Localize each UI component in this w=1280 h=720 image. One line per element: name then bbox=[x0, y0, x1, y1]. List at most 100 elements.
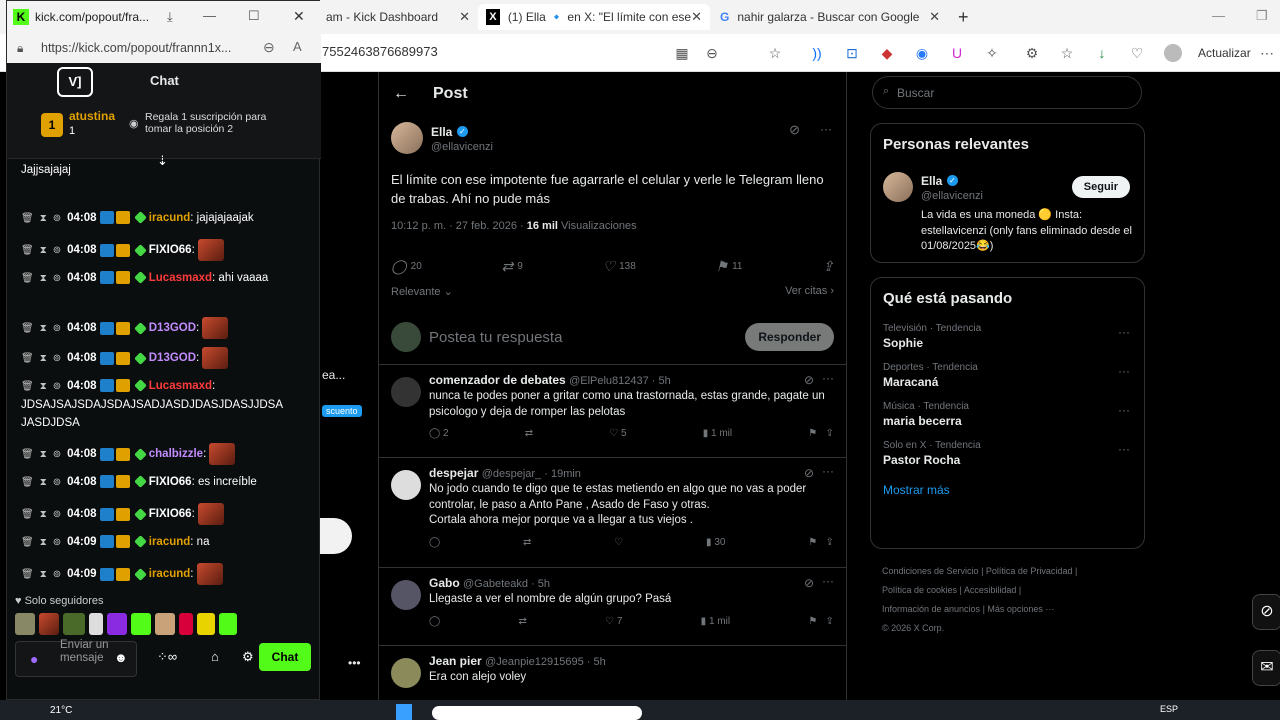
grok-icon[interactable]: ⊘ bbox=[804, 466, 814, 480]
weather-temp[interactable]: 21°C bbox=[50, 705, 72, 716]
emote-icon[interactable] bbox=[219, 613, 237, 635]
footer-link[interactable]: Accesibilidad bbox=[964, 585, 1017, 595]
chat-username[interactable]: Lucasmaxd bbox=[149, 272, 212, 284]
timeout-icon[interactable]: ⧗ bbox=[40, 477, 47, 488]
split-screen-icon[interactable]: ⚙ bbox=[1023, 44, 1041, 62]
ban-icon[interactable]: ⊚ bbox=[53, 569, 61, 580]
more-options-icon[interactable]: ··· bbox=[1118, 325, 1130, 339]
chat-username[interactable]: FIXIO66 bbox=[149, 244, 192, 256]
comment-icon[interactable]: ◯ bbox=[429, 616, 440, 627]
screenshot-icon[interactable]: ⊡ bbox=[843, 44, 861, 62]
reply-input[interactable]: Postea tu respuesta bbox=[429, 329, 745, 346]
heart-icon[interactable]: ♡ bbox=[1128, 44, 1146, 62]
trend-item[interactable]: Solo en X · Tendencia Pastor Rocha ··· bbox=[871, 434, 1144, 473]
restore-icon[interactable]: ❐ bbox=[1256, 8, 1268, 24]
bookmark-icon[interactable]: ⚑ ⇪ bbox=[808, 537, 834, 548]
puzzle-icon[interactable]: ✧ bbox=[983, 44, 1001, 62]
emote-icon[interactable] bbox=[89, 613, 103, 635]
heart-icon[interactable]: ♡ bbox=[614, 537, 623, 548]
top-gifter-name[interactable]: atustina bbox=[69, 109, 115, 123]
maximize-icon[interactable]: ☐ bbox=[248, 8, 260, 24]
extension-icon[interactable]: ◉ bbox=[913, 44, 931, 62]
more-icon[interactable]: ••• bbox=[348, 656, 361, 670]
footer-link[interactable]: Información de anuncios bbox=[882, 604, 980, 614]
back-arrow-icon[interactable]: ← bbox=[393, 85, 409, 103]
chat-username[interactable]: iracund bbox=[149, 568, 191, 580]
grok-icon[interactable]: ⊘ bbox=[804, 576, 814, 590]
emote-icon[interactable] bbox=[15, 613, 35, 635]
share-action[interactable]: ⇪ bbox=[822, 258, 834, 275]
follow-button[interactable]: Seguir bbox=[1071, 176, 1130, 198]
bookmark-action[interactable]: ⚑ 11 bbox=[716, 258, 743, 275]
reply-handle[interactable]: @Gabeteakd · 5h bbox=[463, 578, 550, 590]
bookmark-icon[interactable]: ⚑ ⇪ bbox=[808, 428, 834, 439]
chat-username[interactable]: chalbizzle bbox=[149, 448, 203, 460]
delete-icon[interactable]: 🗑︎ bbox=[21, 213, 34, 224]
ban-icon[interactable]: ⊚ bbox=[53, 381, 61, 392]
popout-url[interactable]: https://kick.com/popout/frannn1x... bbox=[41, 41, 231, 55]
chat-username[interactable]: Lucasmaxd bbox=[149, 380, 212, 392]
chat-input[interactable]: ● Enviar un mensaje ☻ bbox=[15, 639, 137, 677]
grok-float-icon[interactable]: ⊘ bbox=[1252, 594, 1280, 630]
timeout-icon[interactable]: ⧗ bbox=[40, 569, 47, 580]
taskbar-search[interactable] bbox=[432, 706, 642, 720]
store-icon[interactable]: ⌂ bbox=[211, 649, 219, 664]
trend-item[interactable]: Televisión · Tendencia Sophie ··· bbox=[871, 317, 1144, 356]
views-icon[interactable]: ▮ 1 mil bbox=[701, 616, 730, 627]
tweet-time[interactable]: 10:12 p. m. · 27 feb. 2026 · bbox=[391, 220, 524, 232]
ban-icon[interactable]: ⊚ bbox=[53, 509, 61, 520]
timeout-icon[interactable]: ⧗ bbox=[40, 449, 47, 460]
send-chat-button[interactable]: Chat bbox=[259, 643, 311, 671]
minimize-icon[interactable]: — bbox=[203, 8, 216, 23]
avatar[interactable] bbox=[391, 658, 421, 688]
ban-icon[interactable]: ⊚ bbox=[53, 477, 61, 488]
delete-icon[interactable]: 🗑︎ bbox=[21, 569, 34, 580]
chat-username[interactable]: FIXIO66 bbox=[149, 476, 192, 488]
repost-icon[interactable]: ⇄ bbox=[523, 537, 531, 548]
chat-username[interactable]: D13GOD bbox=[149, 322, 196, 334]
chat-tools-icon[interactable]: ⁘∞ bbox=[157, 649, 177, 665]
reply-handle[interactable]: @despejar_ · 19min bbox=[482, 468, 581, 480]
like-action[interactable]: ♡ 138 bbox=[603, 258, 636, 275]
ban-icon[interactable]: ⊚ bbox=[53, 537, 61, 548]
zoom-icon[interactable]: ⊖ bbox=[703, 44, 721, 62]
footer-link[interactable]: Más opciones ··· bbox=[987, 604, 1054, 614]
view-quotes-link[interactable]: Ver citas › bbox=[785, 285, 834, 298]
extension-icon[interactable]: U bbox=[948, 44, 966, 62]
comment-icon[interactable]: ◯ 2 bbox=[429, 428, 449, 439]
repost-icon[interactable]: ⇄ bbox=[525, 428, 533, 439]
reply-handle[interactable]: @ElPelu812437 · 5h bbox=[569, 375, 671, 387]
reply-author[interactable]: comenzador de debates bbox=[429, 373, 566, 387]
chat-username[interactable]: D13GOD bbox=[149, 352, 196, 364]
timeout-icon[interactable]: ⧗ bbox=[40, 213, 47, 224]
ban-icon[interactable]: ⊚ bbox=[53, 449, 61, 460]
sort-relevant-dropdown[interactable]: Relevante ⌄ bbox=[391, 285, 453, 298]
person-handle[interactable]: @ellavicenzi bbox=[921, 190, 983, 202]
author-name[interactable]: Ella bbox=[431, 125, 452, 139]
more-options-icon[interactable]: ··· bbox=[822, 574, 834, 588]
favorite-star-icon[interactable]: ☆ bbox=[766, 44, 784, 62]
timeout-icon[interactable]: ⧗ bbox=[40, 509, 47, 520]
reply-handle[interactable]: @Jeanpie12915695 · 5h bbox=[485, 656, 606, 668]
reply-author[interactable]: despejar bbox=[429, 466, 478, 480]
read-aloud-icon[interactable]: )) bbox=[808, 44, 826, 62]
emote-icon[interactable] bbox=[155, 613, 175, 635]
url-text[interactable]: 7552463876689973 bbox=[322, 44, 438, 59]
reply-author[interactable]: Gabo bbox=[429, 576, 460, 590]
avatar[interactable] bbox=[391, 122, 423, 154]
timeout-icon[interactable]: ⧗ bbox=[40, 537, 47, 548]
more-options-icon[interactable]: ··· bbox=[1118, 442, 1130, 456]
show-more-link[interactable]: Mostrar más bbox=[871, 473, 1144, 507]
emote-icon[interactable] bbox=[63, 613, 85, 635]
more-options-icon[interactable]: ··· bbox=[820, 122, 832, 136]
microphone-icon[interactable]: ● bbox=[30, 651, 38, 667]
delete-icon[interactable]: 🗑︎ bbox=[21, 245, 34, 256]
bookmark-icon[interactable]: ⚑ ⇪ bbox=[808, 616, 834, 627]
download-icon[interactable]: ↓ bbox=[1093, 44, 1111, 62]
person-name[interactable]: Ella bbox=[921, 174, 942, 188]
repost-icon[interactable]: ⇄ bbox=[518, 616, 526, 627]
views-icon[interactable]: ▮ 1 mil bbox=[703, 428, 732, 439]
more-icon[interactable]: ⋯ bbox=[1258, 44, 1276, 62]
reply-button[interactable]: Responder bbox=[745, 323, 834, 351]
footer-link[interactable]: Condiciones de Servicio bbox=[882, 566, 979, 576]
